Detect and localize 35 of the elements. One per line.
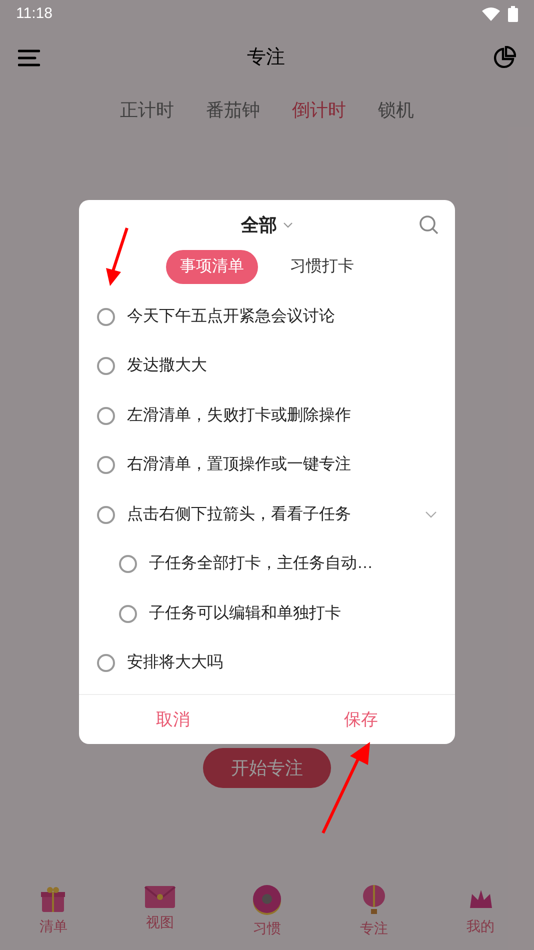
task-text[interactable]: 安排将大大吗 [127,651,223,676]
cancel-button[interactable]: 取消 [79,695,267,744]
task-text[interactable]: 点击右侧下拉箭头，看看子任务 [127,502,351,527]
nav-label[interactable]: 清单 [39,916,68,937]
filter-dropdown[interactable]: 全部 [241,212,293,238]
status-time: 11:18 [16,4,52,24]
nav-label[interactable]: 习惯 [252,918,281,939]
mode-tab[interactable]: 倒计时 [292,97,346,124]
task-text[interactable]: 右滑清单，置顶操作或一键专注 [127,453,351,478]
battery-icon [508,6,518,22]
chevron-down-icon [283,222,293,228]
envelope-icon [144,884,176,910]
task-text[interactable]: 子任务可以编辑和单独打卡 [149,602,341,626]
annotation-arrow [104,226,130,288]
donut-icon [250,884,283,916]
chevron-down-icon[interactable] [425,511,437,518]
menu-icon[interactable] [18,49,40,67]
list-tab[interactable]: 习惯打卡 [276,250,368,284]
mode-tab[interactable]: 正计时 [120,97,174,124]
mode-tab[interactable]: 锁机 [378,97,414,124]
search-icon[interactable] [419,215,439,235]
task-text[interactable]: 子任务全部打卡，主任务自动… [149,552,373,576]
start-focus-button[interactable]: 开始专注 [203,748,331,788]
nav-label[interactable]: 我的 [466,916,495,937]
task-text[interactable]: 左滑清单，失败打卡或删除操作 [127,404,351,428]
save-button[interactable]: 保存 [267,695,455,744]
task-text[interactable]: 今天下午五点开紧急会议讨论 [127,304,335,329]
page-title: 专注 [247,46,285,70]
nav-label[interactable]: 视图 [146,912,174,933]
wifi-icon [482,7,500,21]
nav-label[interactable]: 专注 [360,918,388,939]
task-text[interactable]: 发达撒大大 [127,354,207,378]
mode-tab[interactable]: 番茄钟 [206,97,260,124]
list-tab[interactable]: 事项清单 [166,250,258,284]
pie-chart-icon[interactable] [492,46,516,70]
